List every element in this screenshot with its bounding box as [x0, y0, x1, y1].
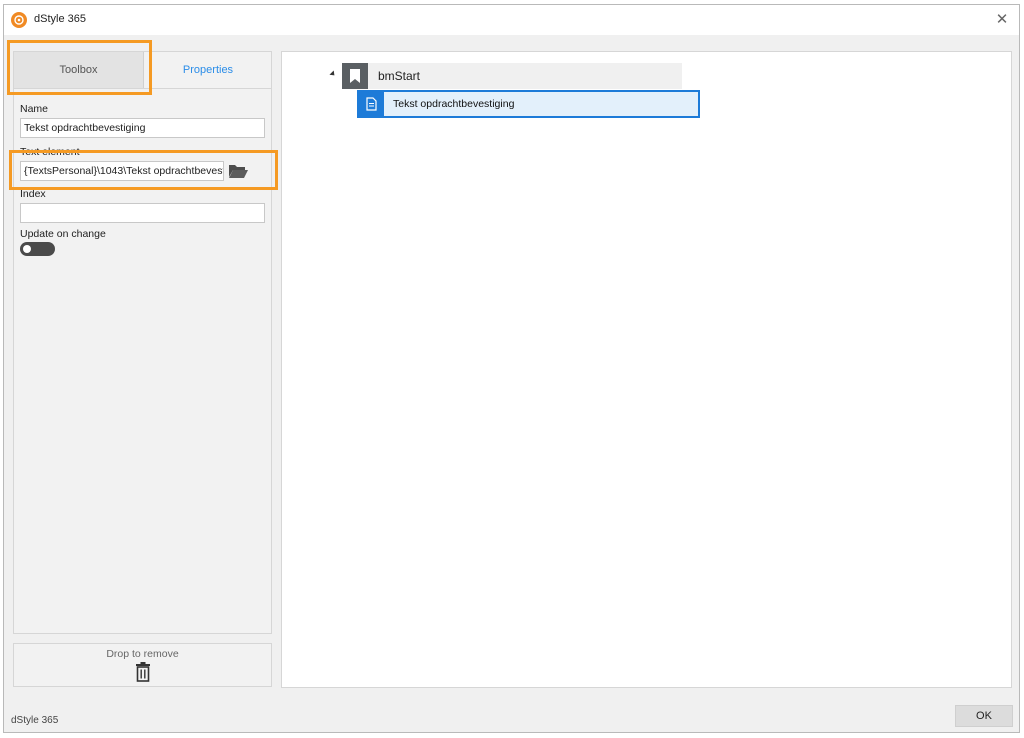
update-on-change-toggle[interactable]	[20, 242, 55, 256]
window-title: dStyle 365	[34, 13, 86, 25]
app-logo-icon	[11, 12, 27, 28]
index-label: Index	[20, 188, 46, 200]
tab-divider	[14, 88, 271, 89]
title-bar: dStyle 365 ✕	[4, 5, 1019, 35]
properties-panel: Toolbox Properties Name Tekst opdrachtbe…	[13, 51, 272, 634]
tree-node-root[interactable]: bmStart	[342, 63, 682, 89]
close-icon[interactable]: ✕	[993, 10, 1011, 28]
structure-tree-panel: bmStart Tekst opdrachtbevestiging	[281, 51, 1012, 688]
ok-button[interactable]: OK	[955, 705, 1013, 727]
tab-properties[interactable]: Properties	[144, 52, 272, 88]
document-icon	[358, 91, 384, 117]
tab-toolbox[interactable]: Toolbox	[14, 52, 144, 88]
bookmark-icon	[342, 63, 368, 89]
footer-brand: dStyle 365	[11, 715, 59, 726]
trash-icon	[135, 662, 151, 682]
update-on-change-label: Update on change	[20, 228, 106, 240]
drop-zone-label: Drop to remove	[106, 648, 179, 660]
name-label: Name	[20, 103, 49, 115]
folder-open-icon[interactable]	[227, 162, 249, 180]
dialog-window: dStyle 365 ✕ Toolbox Properties Name Tek…	[3, 4, 1020, 733]
index-field[interactable]	[20, 203, 265, 223]
toggle-knob	[23, 245, 31, 253]
tree-node-child-label: Tekst opdrachtbevestiging	[393, 98, 515, 110]
expand-arrow-icon[interactable]	[329, 70, 337, 78]
tree-node-child[interactable]: Tekst opdrachtbevestiging	[357, 90, 700, 118]
name-field[interactable]: Tekst opdrachtbevestiging	[20, 118, 265, 138]
text-element-label: Text element	[20, 146, 80, 158]
tree-node-root-label: bmStart	[378, 69, 421, 83]
drop-to-remove-zone[interactable]: Drop to remove	[13, 643, 272, 687]
text-element-field[interactable]: {TextsPersonal}\1043\Tekst opdrachtbeves…	[20, 161, 224, 181]
